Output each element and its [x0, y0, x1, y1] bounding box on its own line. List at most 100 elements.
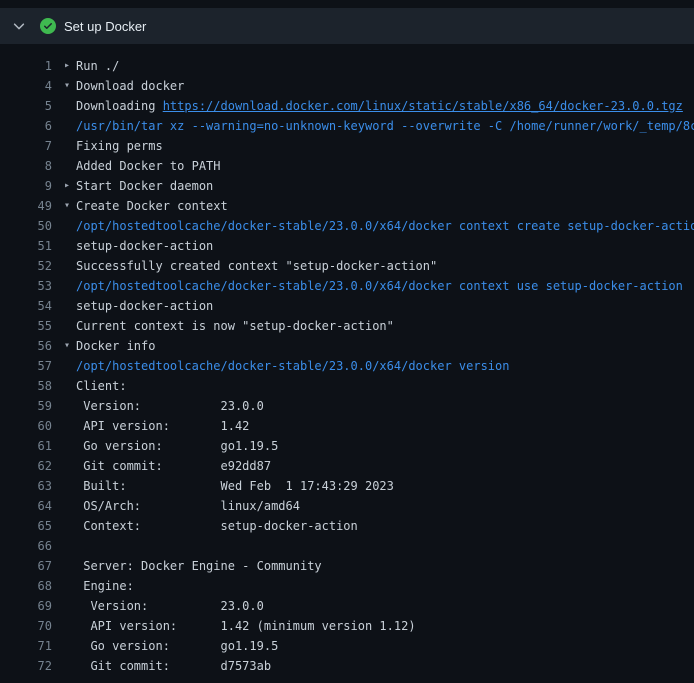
line-number[interactable]: 53: [0, 276, 52, 296]
line-number[interactable]: 9: [0, 176, 52, 196]
line-number[interactable]: 52: [0, 256, 52, 276]
line-number[interactable]: 50: [0, 216, 52, 236]
line-number[interactable]: 61: [0, 436, 52, 456]
log-line: 54setup-docker-action: [0, 296, 694, 316]
group-collapsed-icon[interactable]: ▸: [64, 176, 76, 196]
log-text-segment: Git commit: d7573ab: [76, 659, 271, 673]
line-number[interactable]: 5: [0, 96, 52, 116]
line-number[interactable]: 69: [0, 596, 52, 616]
line-number[interactable]: 65: [0, 516, 52, 536]
log-command: /opt/hostedtoolcache/docker-stable/23.0.…: [76, 279, 683, 293]
line-number[interactable]: 59: [0, 396, 52, 416]
line-number[interactable]: 63: [0, 476, 52, 496]
line-number[interactable]: 72: [0, 656, 52, 676]
step-header[interactable]: Set up Docker: [0, 8, 694, 44]
log-text: Fixing perms: [76, 136, 163, 156]
arrow-spacer: [64, 396, 76, 416]
log-line: 71 Go version: go1.19.5: [0, 636, 694, 656]
log-line: 62 Git commit: e92dd87: [0, 456, 694, 476]
log-line: 66: [0, 536, 694, 556]
log-text: /opt/hostedtoolcache/docker-stable/23.0.…: [76, 276, 683, 296]
log-link[interactable]: https://download.docker.com/linux/static…: [163, 99, 683, 113]
log-group-row[interactable]: 56 ▾Docker info: [0, 336, 694, 356]
line-number[interactable]: 51: [0, 236, 52, 256]
log-text-segment: Version: 23.0.0: [76, 599, 264, 613]
log-line: 67 Server: Docker Engine - Community: [0, 556, 694, 576]
line-number[interactable]: 49: [0, 196, 52, 216]
log-line: 7 Fixing perms: [0, 136, 694, 156]
line-number[interactable]: 6: [0, 116, 52, 136]
group-expanded-icon[interactable]: ▾: [64, 76, 76, 96]
log-text-segment: Context: setup-docker-action: [76, 519, 358, 533]
line-number[interactable]: 70: [0, 616, 52, 636]
log-text-segment: OS/Arch: linux/amd64: [76, 499, 300, 513]
log-text-segment: Downloading: [76, 99, 163, 113]
group-label: Download docker: [76, 79, 184, 93]
log-text: Successfully created context "setup-dock…: [76, 256, 437, 276]
log-text-segment: Go version: go1.19.5: [76, 439, 278, 453]
line-number[interactable]: 4: [0, 76, 52, 96]
arrow-spacer: [64, 136, 76, 156]
log-line: 59 Version: 23.0.0: [0, 396, 694, 416]
group-expanded-icon[interactable]: ▾: [64, 196, 76, 216]
arrow-spacer: [64, 256, 76, 276]
log-line: 69 Version: 23.0.0: [0, 596, 694, 616]
line-number[interactable]: 60: [0, 416, 52, 436]
arrow-spacer: [64, 436, 76, 456]
log-line: 60 API version: 1.42: [0, 416, 694, 436]
log-line: 53/opt/hostedtoolcache/docker-stable/23.…: [0, 276, 694, 296]
log-text-segment: Fixing perms: [76, 139, 163, 153]
group-label: Start Docker daemon: [76, 179, 213, 193]
log-group-row[interactable]: 1 ▸Run ./: [0, 56, 694, 76]
group-label: Docker info: [76, 339, 155, 353]
group-label: Run ./: [76, 59, 119, 73]
log-group-row[interactable]: 49▾Create Docker context: [0, 196, 694, 216]
group-expanded-icon[interactable]: ▾: [64, 336, 76, 356]
line-number[interactable]: 54: [0, 296, 52, 316]
arrow-spacer: [64, 536, 76, 556]
log-text-segment: setup-docker-action: [76, 239, 213, 253]
log-group-row[interactable]: 9 ▸Start Docker daemon: [0, 176, 694, 196]
log-line: 50/opt/hostedtoolcache/docker-stable/23.…: [0, 216, 694, 236]
log-line: 65 Context: setup-docker-action: [0, 516, 694, 536]
log-group-row[interactable]: 4 ▾Download docker: [0, 76, 694, 96]
log-text-segment: Successfully created context "setup-dock…: [76, 259, 437, 273]
arrow-spacer: [64, 556, 76, 576]
log-line: 68 Engine:: [0, 576, 694, 596]
line-number[interactable]: 62: [0, 456, 52, 476]
log-line: 72 Git commit: d7573ab: [0, 656, 694, 676]
line-number[interactable]: 64: [0, 496, 52, 516]
log-text-segment: Git commit: e92dd87: [76, 459, 271, 473]
log-text-segment: Built: Wed Feb 1 17:43:29 2023: [76, 479, 394, 493]
log-line: 51 setup-docker-action: [0, 236, 694, 256]
log-text: /opt/hostedtoolcache/docker-stable/23.0.…: [76, 216, 694, 236]
line-number[interactable]: 71: [0, 636, 52, 656]
arrow-spacer: [64, 636, 76, 656]
line-number[interactable]: 66: [0, 536, 52, 556]
line-number[interactable]: 57: [0, 356, 52, 376]
log-text: Version: 23.0.0: [76, 596, 264, 616]
line-number[interactable]: 56: [0, 336, 52, 356]
line-number[interactable]: 7: [0, 136, 52, 156]
arrow-spacer: [64, 276, 76, 296]
log-text: Engine:: [76, 576, 134, 596]
log-text: Context: setup-docker-action: [76, 516, 358, 536]
line-number[interactable]: 68: [0, 576, 52, 596]
log-line: 55Current context is now "setup-docker-a…: [0, 316, 694, 336]
log-line: 70 API version: 1.42 (minimum version 1.…: [0, 616, 694, 636]
log-command: /usr/bin/tar xz --warning=no-unknown-key…: [76, 119, 694, 133]
line-number[interactable]: 67: [0, 556, 52, 576]
line-number[interactable]: 1: [0, 56, 52, 76]
chevron-down-icon[interactable]: [12, 19, 26, 33]
check-circle-icon: [40, 18, 56, 34]
group-collapsed-icon[interactable]: ▸: [64, 56, 76, 76]
log-line: 6/usr/bin/tar xz --warning=no-unknown-ke…: [0, 116, 694, 136]
line-number[interactable]: 8: [0, 156, 52, 176]
arrow-spacer: [64, 416, 76, 436]
log-text-segment: Server: Docker Engine - Community: [76, 559, 322, 573]
arrow-spacer: [64, 456, 76, 476]
log-text: /opt/hostedtoolcache/docker-stable/23.0.…: [76, 356, 509, 376]
line-number[interactable]: 55: [0, 316, 52, 336]
log-text: setup-docker-action: [76, 236, 213, 256]
line-number[interactable]: 58: [0, 376, 52, 396]
